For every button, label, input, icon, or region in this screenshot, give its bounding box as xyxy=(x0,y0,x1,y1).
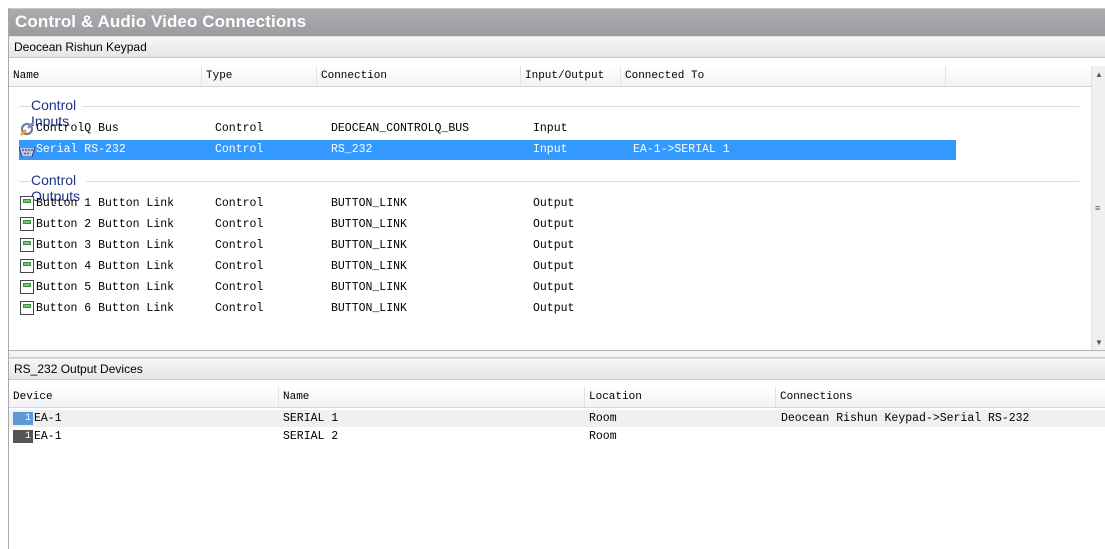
device-port-name: SERIAL 2 xyxy=(283,430,339,443)
row-io: Output xyxy=(533,260,575,273)
device-row[interactable]: 1 EA-1 SERIAL 2 Room xyxy=(9,428,1105,445)
table-row[interactable]: Button 1 Button Link Control BUTTON_LINK… xyxy=(19,194,956,214)
row-name: Serial RS-232 xyxy=(36,143,126,156)
row-type: Control xyxy=(215,239,264,252)
button-link-icon xyxy=(20,280,34,294)
row-io: Output xyxy=(533,218,575,231)
column-header-location[interactable]: Location xyxy=(585,387,776,407)
device-number-badge: 1 xyxy=(13,412,33,425)
row-type: Control xyxy=(215,260,264,273)
serial-port-icon xyxy=(18,145,36,158)
column-header-name[interactable]: Name xyxy=(279,387,585,407)
scroll-thumb-grip-icon[interactable]: ≡ xyxy=(1095,203,1100,213)
row-io: Output xyxy=(533,197,575,210)
column-header-name[interactable]: Name xyxy=(9,66,202,86)
controlq-bus-icon xyxy=(19,121,35,137)
row-name: Button 3 Button Link xyxy=(36,239,175,252)
row-io: Input xyxy=(533,143,568,156)
table-row[interactable]: Button 4 Button Link Control BUTTON_LINK… xyxy=(19,257,956,277)
row-type: Control xyxy=(215,122,264,135)
row-connected-to: EA-1->SERIAL 1 xyxy=(633,143,730,156)
button-link-icon xyxy=(20,217,34,231)
row-type: Control xyxy=(215,281,264,294)
row-io: Output xyxy=(533,239,575,252)
pane-splitter[interactable] xyxy=(9,350,1105,358)
table-row[interactable]: Button 5 Button Link Control BUTTON_LINK… xyxy=(19,278,956,298)
window-title: Control & Audio Video Connections xyxy=(15,12,307,31)
row-connection: BUTTON_LINK xyxy=(331,239,407,252)
table-row[interactable]: Button 2 Button Link Control BUTTON_LINK… xyxy=(19,215,956,235)
device-location: Room xyxy=(589,430,617,443)
row-io: Output xyxy=(533,302,575,315)
row-io: Input xyxy=(533,122,568,135)
row-connection: BUTTON_LINK xyxy=(331,260,407,273)
device-header-label: Deocean Rishun Keypad xyxy=(14,40,147,54)
group-divider xyxy=(19,106,1079,107)
column-header-connection[interactable]: Connection xyxy=(317,66,521,86)
row-io: Output xyxy=(533,281,575,294)
device-name: EA-1 xyxy=(34,412,62,425)
row-name: Button 6 Button Link xyxy=(36,302,175,315)
row-type: Control xyxy=(215,302,264,315)
row-connection: BUTTON_LINK xyxy=(331,281,407,294)
table-row[interactable]: Button 3 Button Link Control BUTTON_LINK… xyxy=(19,236,956,256)
column-header-connections[interactable]: Connections xyxy=(776,387,1105,407)
connections-scrollbar[interactable]: ▲ ≡ ▼ xyxy=(1091,66,1105,350)
device-port-name: SERIAL 1 xyxy=(283,412,339,425)
button-link-icon xyxy=(20,301,34,315)
group-divider xyxy=(19,181,1079,182)
row-name: Button 2 Button Link xyxy=(36,218,175,231)
device-location: Room xyxy=(589,412,617,425)
scroll-down-arrow-icon[interactable]: ▼ xyxy=(1095,338,1103,347)
table-row[interactable]: Button 6 Button Link Control BUTTON_LINK… xyxy=(19,299,956,319)
row-type: Control xyxy=(215,197,264,210)
row-connection: BUTTON_LINK xyxy=(331,302,407,315)
scroll-up-arrow-icon[interactable]: ▲ xyxy=(1095,70,1103,79)
column-header-input-output[interactable]: Input/Output xyxy=(521,66,621,86)
table-row[interactable]: ControlQ Bus Control DEOCEAN_CONTROLQ_BU… xyxy=(19,119,956,139)
connections-column-header: Name Type Connection Input/Output Connec… xyxy=(9,66,1091,87)
connections-window: Control & Audio Video Connections Deocea… xyxy=(8,8,1105,549)
button-link-icon xyxy=(20,238,34,252)
column-header-device[interactable]: Device xyxy=(9,387,279,407)
button-link-icon xyxy=(20,259,34,273)
device-row[interactable]: 1 EA-1 SERIAL 1 Room Deocean Rishun Keyp… xyxy=(9,410,1105,427)
output-devices-header: RS_232 Output Devices xyxy=(9,358,1105,380)
row-name: ControlQ Bus xyxy=(36,122,119,135)
device-name: EA-1 xyxy=(34,430,62,443)
row-name: Button 5 Button Link xyxy=(36,281,175,294)
row-name: Button 4 Button Link xyxy=(36,260,175,273)
column-header-filler xyxy=(946,66,1091,86)
device-header: Deocean Rishun Keypad xyxy=(9,36,1105,58)
row-connection: BUTTON_LINK xyxy=(331,218,407,231)
row-connection: BUTTON_LINK xyxy=(331,197,407,210)
table-row-selected[interactable]: Serial RS-232 Control RS_232 Input EA-1-… xyxy=(18,140,956,160)
row-connection: RS_232 xyxy=(331,143,373,156)
device-number-badge: 1 xyxy=(13,430,33,443)
window-title-bar: Control & Audio Video Connections xyxy=(9,8,1105,36)
row-connection: DEOCEAN_CONTROLQ_BUS xyxy=(331,122,470,135)
row-name: Button 1 Button Link xyxy=(36,197,175,210)
row-type: Control xyxy=(215,143,264,156)
button-link-icon xyxy=(20,196,34,210)
column-header-connected-to[interactable]: Connected To xyxy=(621,66,946,86)
output-devices-column-header: Device Name Location Connections xyxy=(9,387,1105,408)
device-connections: Deocean Rishun Keypad->Serial RS-232 xyxy=(781,412,1030,425)
column-header-type[interactable]: Type xyxy=(202,66,317,86)
output-devices-header-label: RS_232 Output Devices xyxy=(14,362,143,376)
row-type: Control xyxy=(215,218,264,231)
